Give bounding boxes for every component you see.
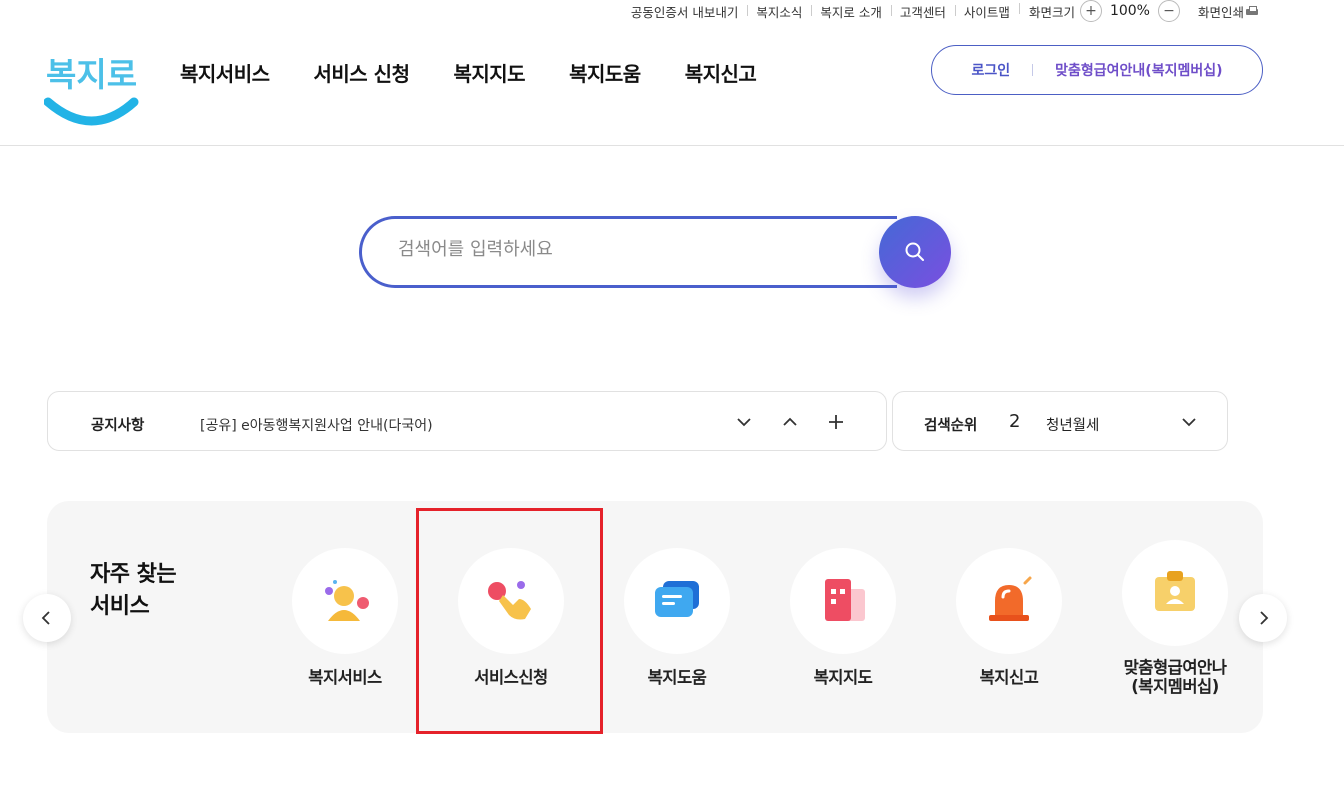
utility-bar: 공동인증서 내보내기 복지소식 복지로 소개 고객센터 사이트맵 화면크기 + …: [622, 0, 1258, 22]
service-welfare-report[interactable]: 복지신고: [956, 548, 1062, 687]
service-icon-circle: [956, 548, 1062, 654]
frequent-services-title: 자주 찾는 서비스: [90, 562, 177, 619]
service-label: 복지도움: [647, 668, 707, 687]
search-icon: [905, 242, 924, 261]
chat-bubble-icon: [655, 581, 699, 617]
service-welfare-service[interactable]: 복지서비스: [292, 548, 398, 687]
search-input[interactable]: [398, 239, 838, 260]
plus-icon: [829, 415, 843, 429]
header-divider: [0, 145, 1344, 146]
nav-welfare-map[interactable]: 복지지도: [453, 58, 525, 87]
zoom-label: 화면크기: [1028, 4, 1075, 20]
logo[interactable]: 복지로: [43, 40, 140, 130]
zoom-in-button[interactable]: +: [1079, 0, 1102, 22]
chevron-right-icon: [1260, 611, 1269, 625]
service-icon-circle: [624, 548, 730, 654]
service-label: 맞춤형급여안나 (복지멤버십): [1123, 658, 1227, 696]
chevron-down-icon: [1182, 418, 1196, 427]
print-label: 화면인쇄: [1197, 4, 1244, 20]
carousel-next-button[interactable]: [1239, 594, 1287, 642]
zoom-value: 100%: [1109, 3, 1150, 19]
notice-more-button[interactable]: [824, 410, 848, 434]
search-rank-bar: 검색순위 2 청년월세: [892, 391, 1228, 451]
nav-welfare-service[interactable]: 복지서비스: [180, 58, 270, 87]
printer-icon: [1246, 6, 1258, 16]
main-nav: 복지서비스 서비스 신청 복지지도 복지도움 복지신고: [180, 58, 757, 87]
service-icon-circle: [790, 548, 896, 654]
nav-welfare-help[interactable]: 복지도움: [569, 58, 641, 87]
chevron-up-icon: [783, 417, 797, 426]
notice-prev-button[interactable]: [778, 410, 802, 434]
service-membership[interactable]: 맞춤형급여안나 (복지멤버십): [1122, 540, 1228, 696]
util-sitemap[interactable]: 사이트맵: [954, 2, 1019, 21]
chevron-down-icon: [737, 418, 751, 427]
search-button[interactable]: [879, 216, 951, 288]
siren-icon: [989, 576, 1032, 621]
service-icon-circle: [292, 548, 398, 654]
logo-image: 복지로: [43, 55, 139, 126]
util-about[interactable]: 복지로 소개: [811, 2, 890, 21]
id-badge-icon: [1155, 571, 1195, 611]
service-welfare-help[interactable]: 복지도움: [624, 548, 730, 687]
search-box: [359, 216, 897, 288]
notice-link[interactable]: [공유] e아동행복지원사업 안내(다국어): [200, 415, 433, 435]
util-customer-center[interactable]: 고객센터: [890, 2, 955, 21]
logo-text: 복지로: [46, 55, 137, 94]
nav-service-apply[interactable]: 서비스 신청: [314, 58, 410, 87]
divider: [1032, 64, 1034, 76]
zoom-out-button[interactable]: −: [1157, 0, 1180, 22]
login-button[interactable]: 로그인: [972, 60, 1011, 80]
map-building-icon: [825, 579, 865, 621]
service-label: 복지지도: [813, 668, 873, 687]
service-icon-circle: [1122, 540, 1228, 646]
service-label: 복지서비스: [308, 668, 382, 687]
service-welfare-map[interactable]: 복지지도: [790, 548, 896, 687]
membership-button[interactable]: 맞춤형급여안내(복지멤버십): [1055, 60, 1222, 80]
zoom-control: 화면크기 + 100% −: [1018, 0, 1190, 22]
util-cert-export[interactable]: 공동인증서 내보내기: [622, 2, 747, 21]
rank-expand-button[interactable]: [1177, 410, 1201, 434]
person-icon: [325, 580, 369, 621]
nav-welfare-report[interactable]: 복지신고: [685, 58, 757, 87]
rank-label: 검색순위: [924, 418, 978, 434]
util-news[interactable]: 복지소식: [747, 2, 811, 21]
notice-bar: 공지사항 [공유] e아동행복지원사업 안내(다국어): [47, 391, 887, 451]
print-button[interactable]: 화면인쇄: [1190, 2, 1258, 21]
rank-number: 2: [1009, 411, 1021, 432]
notice-label: 공지사항: [91, 418, 145, 434]
chevron-left-icon: [41, 611, 50, 625]
service-label: 복지신고: [979, 668, 1039, 687]
carousel-prev-button[interactable]: [23, 594, 71, 642]
rank-keyword[interactable]: 청년월세: [1046, 414, 1099, 435]
member-box: 로그인 맞춤형급여안내(복지멤버십): [931, 45, 1263, 95]
highlight-box: [416, 508, 603, 734]
notice-next-button[interactable]: [732, 410, 756, 434]
